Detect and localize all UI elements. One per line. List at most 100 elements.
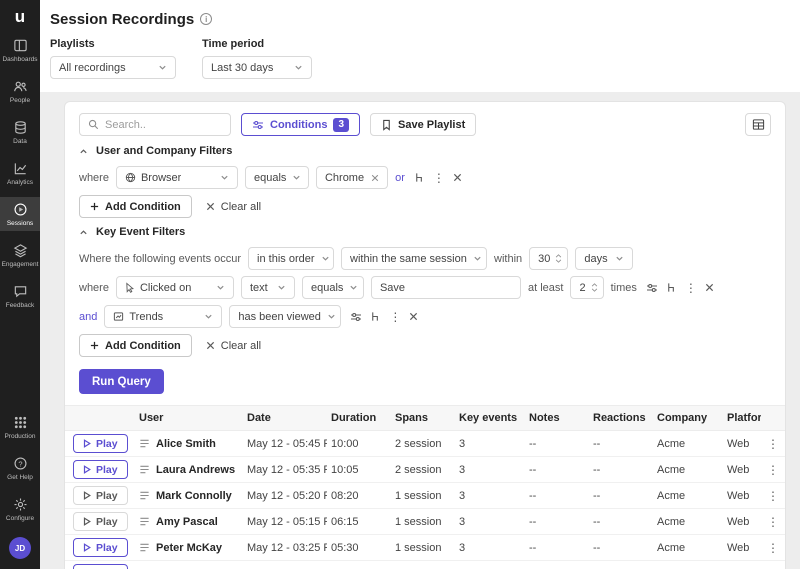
people-icon (13, 79, 28, 94)
field-select[interactable]: Browser (116, 166, 238, 189)
remove-row-icon[interactable] (705, 283, 714, 292)
value-chip[interactable]: Chrome (316, 166, 388, 189)
playlists-label: Playlists (50, 38, 176, 50)
row-menu-icon[interactable]: ⋮ (767, 490, 779, 502)
chevron-down-icon (294, 63, 303, 72)
cell-reactions: -- (589, 542, 653, 554)
sidebar-item-analytics[interactable]: Analytics (0, 156, 40, 190)
sidebar-item-production[interactable]: Production (0, 410, 40, 444)
time-period-select[interactable]: Last 30 days (202, 56, 312, 79)
transcript-icon[interactable] (139, 438, 150, 449)
property-select[interactable]: text (241, 276, 295, 299)
advanced-sliders-icon[interactable] (646, 282, 658, 294)
playlists-select[interactable]: All recordings (50, 56, 176, 79)
table-row[interactable]: Play Mark Connolly May 12 - 05:20 PM 08:… (65, 483, 785, 509)
event-operator-select[interactable]: equals (302, 276, 364, 299)
order-select[interactable]: in this order (248, 247, 334, 270)
play-button[interactable]: Play (73, 460, 128, 479)
event-operator-select[interactable]: has been viewed (229, 305, 341, 328)
svg-text:?: ? (18, 459, 22, 468)
transcript-icon[interactable] (139, 516, 150, 527)
table-row[interactable]: Play Alice Smith May 12 - 05:45 PM 10:00… (65, 431, 785, 457)
cell-notes: -- (525, 516, 589, 528)
chevron-down-icon (473, 254, 482, 263)
stepper-arrows-icon[interactable] (555, 254, 562, 263)
scope-select[interactable]: within the same session (341, 247, 487, 270)
row-menu-icon[interactable]: ⋮ (389, 311, 401, 323)
sidebar-item-feedback[interactable]: Feedback (0, 279, 40, 313)
transcript-icon[interactable] (139, 542, 150, 553)
sidebar-item-engagement[interactable]: Engagement (0, 238, 40, 272)
trends-icon (113, 311, 124, 322)
chevron-down-icon (292, 173, 301, 182)
table-row[interactable]: Play Laura Andrews May 12 - 05:35 PM 10:… (65, 457, 785, 483)
row-menu-icon[interactable]: ⋮ (685, 282, 697, 294)
clear-all-button[interactable]: Clear all (206, 340, 261, 352)
cell-reactions: -- (589, 438, 653, 450)
row-menu-icon[interactable]: ⋮ (433, 172, 445, 184)
cell-date: May 12 - 05:35 PM (243, 464, 327, 476)
sidebar-item-sessions[interactable]: Sessions (0, 197, 40, 231)
sidebar-item-data[interactable]: Data (0, 115, 40, 149)
cell-spans: 1 session (391, 490, 455, 502)
sidebar-item-configure[interactable]: Configure (0, 492, 40, 526)
table-row[interactable]: Play Amy Pascal May 12 - 05:15 PM 06:15 … (65, 509, 785, 535)
play-button[interactable]: Play (73, 434, 128, 453)
row-menu-icon[interactable]: ⋮ (767, 542, 779, 554)
run-query-button[interactable]: Run Query (79, 369, 164, 394)
cell-company: Acme (653, 490, 723, 502)
cell-reactions: -- (589, 516, 653, 528)
cell-date: May 12 - 05:15 PM (243, 516, 327, 528)
user-name: Amy Pascal (156, 516, 218, 528)
play-button[interactable]: Play (73, 564, 128, 569)
add-condition-button[interactable]: Add Condition (79, 195, 192, 218)
sidebar-item-dashboards[interactable]: Dashboards (0, 33, 40, 67)
view-toggle-button[interactable] (745, 113, 771, 136)
play-button[interactable]: Play (73, 512, 128, 531)
nest-condition-icon[interactable] (370, 311, 381, 322)
event-select[interactable]: Trends (104, 305, 222, 328)
stepper-arrows-icon[interactable] (591, 283, 598, 292)
time-period-label: Time period (202, 38, 312, 50)
row-menu-icon[interactable]: ⋮ (767, 438, 779, 450)
remove-row-icon[interactable] (453, 173, 462, 182)
times-stepper[interactable]: 2 (570, 276, 603, 299)
play-button[interactable]: Play (73, 486, 128, 505)
info-icon[interactable]: i (200, 13, 212, 25)
user-avatar[interactable]: JD (9, 537, 31, 559)
table-row[interactable]: Play Peter McKay May 12 - 03:25 PM 05:30… (65, 535, 785, 561)
app-logo[interactable]: u (15, 8, 25, 25)
operator-select[interactable]: equals (245, 166, 309, 189)
sidebar-item-people[interactable]: People (0, 74, 40, 108)
add-condition-button[interactable]: Add Condition (79, 334, 192, 357)
connector-or[interactable]: or (395, 172, 405, 184)
chip-remove-icon[interactable] (371, 174, 379, 182)
transcript-icon[interactable] (139, 490, 150, 501)
connector-and[interactable]: and (79, 311, 97, 323)
within-value-stepper[interactable]: 30 (529, 247, 568, 270)
cell-spans: 2 session (391, 438, 455, 450)
nest-condition-icon[interactable] (666, 282, 677, 293)
save-playlist-button[interactable]: Save Playlist (370, 113, 476, 136)
play-button[interactable]: Play (73, 538, 128, 557)
sidebar-item-get-help[interactable]: ? Get Help (0, 451, 40, 485)
conditions-button[interactable]: Conditions 3 (241, 113, 360, 136)
search-icon (88, 119, 99, 130)
unit-select[interactable]: days (575, 247, 633, 270)
event-value-input[interactable] (371, 276, 521, 299)
clear-all-button[interactable]: Clear all (206, 201, 261, 213)
transcript-icon[interactable] (139, 464, 150, 475)
event-select[interactable]: Clicked on (116, 276, 234, 299)
row-menu-icon[interactable]: ⋮ (767, 516, 779, 528)
remove-row-icon[interactable] (409, 312, 418, 321)
col-platform: Platform (723, 412, 761, 424)
section-key-event-filters[interactable]: Key Event Filters (79, 226, 771, 238)
nest-condition-icon[interactable] (414, 172, 425, 183)
row-menu-icon[interactable]: ⋮ (767, 464, 779, 476)
table-grid-icon (752, 118, 765, 131)
search-input[interactable] (105, 119, 222, 131)
advanced-sliders-icon[interactable] (350, 311, 362, 323)
section-user-company-filters[interactable]: User and Company Filters (79, 145, 771, 157)
cell-company: Acme (653, 542, 723, 554)
table-row[interactable]: Play Hannah Donnelley May 12 - 02:10 PM … (65, 561, 785, 569)
